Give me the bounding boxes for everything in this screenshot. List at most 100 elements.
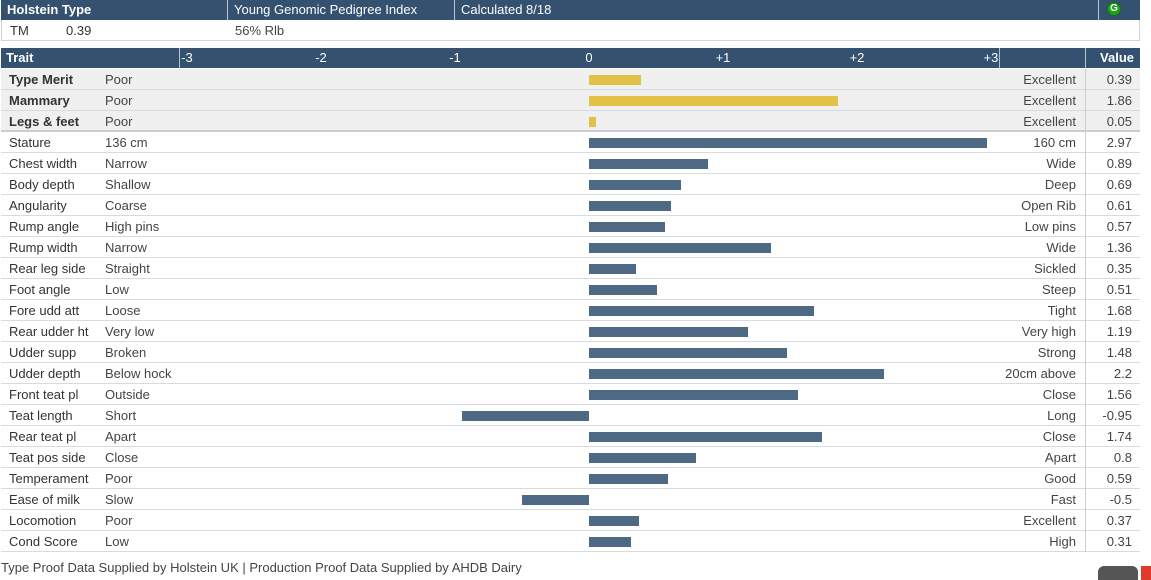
trait-value: 1.74	[1106, 429, 1132, 444]
trait-name: Udder supp	[9, 345, 77, 360]
trait-row[interactable]: Ease of milk Slow Fast -0.5	[1, 489, 1140, 510]
trait-row[interactable]: Teat pos side Close Apart 0.8	[1, 447, 1140, 468]
trait-low-label: Slow	[105, 492, 134, 507]
trait-name: Ease of milk	[9, 492, 80, 507]
trait-row[interactable]: Foot angle Low Steep 0.51	[1, 279, 1140, 300]
trait-value: 2.97	[1106, 135, 1132, 150]
trait-value: 1.86	[1106, 93, 1132, 108]
trait-row[interactable]: Cond Score Low High 0.31	[1, 531, 1140, 552]
trait-value: 1.48	[1106, 345, 1132, 360]
proof-header-bar: Holstein Type Young Genomic Pedigree Ind…	[1, 0, 1140, 20]
trait-row[interactable]: Temperament Poor Good 0.59	[1, 468, 1140, 489]
trait-row[interactable]: Stature 136 cm 160 cm 2.97	[1, 132, 1140, 153]
trait-value: 1.56	[1106, 387, 1132, 402]
scale-tick-label: -1	[449, 50, 461, 65]
trait-low-label: Short	[105, 408, 137, 423]
trait-value-bar	[589, 537, 631, 547]
trait-row[interactable]: Rear udder ht Very low Very high 1.19	[1, 321, 1140, 342]
trait-name: Udder depth	[9, 366, 81, 381]
trait-high-label: Excellent	[1023, 72, 1076, 87]
trait-name: Chest width	[9, 156, 77, 171]
trait-name: Legs & feet	[9, 114, 80, 129]
trait-value: 0.59	[1106, 471, 1132, 486]
trait-high-label: Long	[1047, 408, 1076, 423]
trait-row[interactable]: Angularity Coarse Open Rib 0.61	[1, 195, 1140, 216]
trait-low-label: Below hock	[105, 366, 172, 381]
trait-row[interactable]: Udder supp Broken Strong 1.48	[1, 342, 1140, 363]
trait-value-bar	[589, 180, 682, 190]
trait-high-label: Close	[1042, 429, 1076, 444]
trait-value-bar	[589, 432, 823, 442]
trait-value-bar	[589, 96, 839, 106]
trait-name: Fore udd att	[9, 303, 80, 318]
trait-value-bar	[589, 285, 658, 295]
trait-high-label: Wide	[1046, 240, 1076, 255]
trait-name: Rump angle	[9, 219, 80, 234]
trait-name: Locomotion	[9, 513, 77, 528]
calculated-date: Calculated 8/18	[455, 0, 1099, 20]
tm-value: 0.39	[66, 22, 92, 38]
trait-row[interactable]: Front teat pl Outside Close 1.56	[1, 384, 1140, 405]
trait-name: Body depth	[9, 177, 75, 192]
trait-value-bar	[589, 75, 642, 85]
trait-row[interactable]: Rear leg side Straight Sickled 0.35	[1, 258, 1140, 279]
trait-value-bar	[589, 264, 636, 274]
trait-name: Teat pos side	[9, 450, 86, 465]
trait-row[interactable]: Udder depth Below hock 20cm above 2.2	[1, 363, 1140, 384]
trait-column-header: Trait	[6, 50, 34, 65]
trait-name: Front teat pl	[9, 387, 79, 402]
trait-value-bar	[589, 243, 772, 253]
trait-name: Stature	[9, 135, 51, 150]
trait-value: 0.61	[1106, 198, 1132, 213]
trait-high-label: Apart	[1044, 450, 1076, 465]
trait-value-bar	[589, 159, 709, 169]
trait-high-label: Excellent	[1023, 114, 1076, 129]
trait-row[interactable]: Body depth Shallow Deep 0.69	[1, 174, 1140, 195]
trait-value: 0.39	[1106, 72, 1132, 87]
trait-value-bar	[589, 474, 669, 484]
corner-accent	[1141, 566, 1151, 580]
trait-low-label: Poor	[105, 114, 133, 129]
trait-value-bar	[589, 138, 987, 148]
trait-low-label: Loose	[105, 303, 141, 318]
trait-name: Rear teat pl	[9, 429, 77, 444]
tm-cell: TM 0.39	[2, 23, 229, 38]
scale-tick-label: -3	[181, 50, 193, 65]
trait-name: Type Merit	[9, 72, 74, 87]
trait-row[interactable]: Chest width Narrow Wide 0.89	[1, 153, 1140, 174]
corner-widget[interactable]	[1098, 566, 1138, 580]
trait-value: 0.37	[1106, 513, 1132, 528]
trait-name: Mammary	[9, 93, 70, 108]
trait-row[interactable]: Rump width Narrow Wide 1.36	[1, 237, 1140, 258]
trait-high-label: Wide	[1046, 156, 1076, 171]
trait-value: 0.8	[1113, 450, 1132, 465]
trait-low-label: Shallow	[105, 177, 151, 192]
trait-value-bar	[589, 453, 697, 463]
column-divider	[1085, 69, 1086, 552]
tm-label: TM	[10, 22, 29, 38]
genomic-badge-icon[interactable]: G	[1107, 2, 1121, 16]
trait-value: 0.51	[1106, 282, 1132, 297]
header-divider	[1085, 48, 1086, 68]
trait-high-label: Open Rib	[1021, 198, 1076, 213]
trait-row[interactable]: Locomotion Poor Excellent 0.37	[1, 510, 1140, 531]
trait-value: 1.68	[1106, 303, 1132, 318]
trait-name: Temperament	[9, 471, 89, 486]
trait-value-bar	[589, 516, 639, 526]
trait-row[interactable]: Rear teat pl Apart Close 1.74	[1, 426, 1140, 447]
trait-low-label: Poor	[105, 72, 133, 87]
trait-name: Rear leg side	[9, 261, 86, 276]
trait-row[interactable]: Legs & feet Poor Excellent 0.05	[1, 111, 1140, 132]
trait-row[interactable]: Fore udd att Loose Tight 1.68	[1, 300, 1140, 321]
summary-row: TM 0.39 56% Rlb	[1, 20, 1140, 41]
trait-value: 0.35	[1106, 261, 1132, 276]
trait-row[interactable]: Type Merit Poor Excellent 0.39	[1, 69, 1140, 90]
trait-row[interactable]: Mammary Poor Excellent 1.86	[1, 90, 1140, 111]
trait-high-label: Close	[1042, 387, 1076, 402]
trait-table: Type Merit Poor Excellent 0.39 Mammary Poor Ex…	[1, 69, 1140, 552]
trait-low-label: Close	[105, 450, 139, 465]
trait-row[interactable]: Teat length Short Long -0.95	[1, 405, 1140, 426]
trait-name: Foot angle	[9, 282, 71, 297]
trait-row[interactable]: Rump angle High pins Low pins 0.57	[1, 216, 1140, 237]
data-source-footer: Type Proof Data Supplied by Holstein UK …	[1, 560, 522, 575]
